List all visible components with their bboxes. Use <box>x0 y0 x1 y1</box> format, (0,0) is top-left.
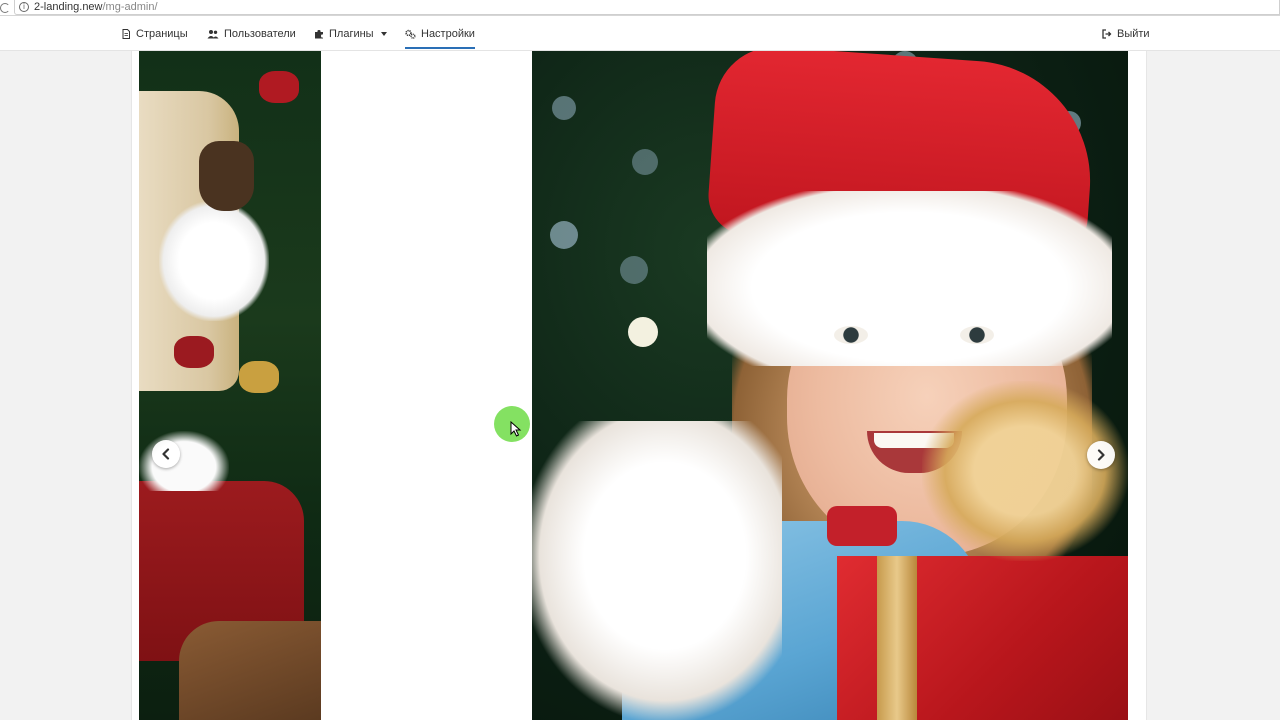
bokeh-light <box>620 256 648 284</box>
document-icon <box>122 28 130 39</box>
carousel-next-button[interactable] <box>1087 441 1115 469</box>
nav-item-label: Настройки <box>421 27 475 40</box>
santa-glove <box>199 141 254 211</box>
ornament-bow <box>239 361 279 393</box>
nav-item-plugins[interactable]: Плагины <box>314 16 387 51</box>
nav-item-label: Страницы <box>136 27 188 40</box>
ornament-bow <box>174 336 214 368</box>
sign-out-icon <box>1102 28 1112 39</box>
chevron-down-icon <box>380 31 387 36</box>
gears-icon <box>405 29 416 39</box>
url-field[interactable]: i 2-landing.new/mg-admin/ <box>14 0 1280 15</box>
nav-item-label: Плагины <box>329 27 374 40</box>
carousel-gap <box>321 51 532 720</box>
info-icon[interactable]: i <box>19 2 29 12</box>
jacket-fur-hood <box>532 421 782 720</box>
nav-item-label: Пользователи <box>224 27 296 40</box>
santa-hat-brim <box>707 191 1112 366</box>
ornament-bow <box>259 71 299 103</box>
santa-fur-trim <box>139 431 229 491</box>
girl-eye <box>960 326 994 344</box>
carousel-prev-button[interactable] <box>152 440 180 468</box>
mouse-pointer-icon <box>510 421 522 437</box>
present-ribbon <box>877 556 917 720</box>
red-scarf <box>827 506 897 546</box>
url-host: 2-landing.new <box>34 1 103 13</box>
chevron-left-icon <box>162 448 170 460</box>
carousel-slide-santa <box>139 51 321 720</box>
nav-item-users[interactable]: Пользователи <box>207 16 296 51</box>
santa-fur-trim <box>159 201 269 321</box>
nav-item-pages[interactable]: Страницы <box>121 16 188 51</box>
reload-icon[interactable] <box>0 2 10 13</box>
girl-eye <box>834 326 868 344</box>
admin-top-nav: Страницы Пользователи Плагины Настройки … <box>0 16 1280 51</box>
bokeh-light <box>628 317 658 347</box>
logout-button[interactable]: Выйти <box>1102 16 1150 51</box>
puzzle-icon <box>315 29 323 38</box>
chevron-right-icon <box>1097 449 1105 461</box>
nav-item-settings[interactable]: Настройки <box>405 16 475 51</box>
logout-label: Выйти <box>1117 27 1150 40</box>
present-bow <box>922 381 1128 561</box>
bokeh-light <box>552 96 576 120</box>
url-path: /mg-admin/ <box>102 1 158 13</box>
bokeh-light <box>632 149 658 175</box>
carousel-slide-girl <box>532 51 1128 720</box>
users-icon <box>207 29 219 38</box>
bokeh-light <box>550 221 578 249</box>
browser-address-bar: i 2-landing.new/mg-admin/ <box>0 0 1280 16</box>
santa-sack <box>179 621 321 720</box>
